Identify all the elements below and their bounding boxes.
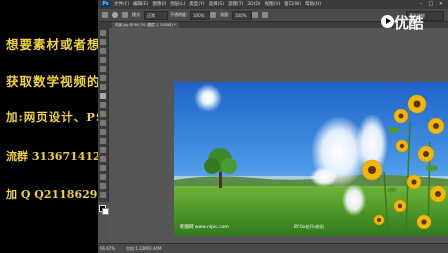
pressure-opacity-icon[interactable] [210,12,216,18]
menu-layer[interactable]: 图层(L) [170,1,185,8]
marquee-tool-icon[interactable] [100,39,106,45]
promo-line-1: 想要素材或者想 [6,37,101,52]
type-tool-icon[interactable] [100,165,106,171]
minimize-icon[interactable]: – [418,1,424,7]
youku-watermark: 优酷 [394,14,424,32]
history-brush-tool-icon[interactable] [100,111,106,117]
opacity-field[interactable]: 100% [190,11,210,20]
hand-tool-icon[interactable] [100,192,106,198]
zoom-level[interactable]: 66.67% [100,245,115,252]
shape-tool-icon[interactable] [100,183,106,189]
canvas-area[interactable]: 昵图网 www.nipic.com BY:Oo花开o依旧 [109,28,448,242]
tools-panel [98,22,109,215]
brush-preset-icon[interactable] [112,12,118,18]
menu-3d[interactable]: 3D(D) [247,1,260,8]
menu-window[interactable]: 窗口(W) [284,1,301,8]
gradient-tool-icon[interactable] [100,129,106,135]
menu-edit[interactable]: 编辑(E) [133,1,148,8]
menu-image[interactable]: 图像(I) [152,1,166,8]
mode-label: 模式: [132,12,142,17]
menu-filter[interactable]: 滤镜(T) [228,1,243,8]
eraser-tool-icon[interactable] [100,120,106,126]
document-canvas[interactable]: 昵图网 www.nipic.com BY:Oo花开o依旧 [174,82,448,236]
menu-help[interactable]: 帮助(H) [305,1,321,8]
menu-view[interactable]: 视图(V) [265,1,281,8]
crop-tool-icon[interactable] [100,66,106,72]
flow-label: 流量: [220,12,230,17]
clone-stamp-tool-icon[interactable] [100,102,106,108]
menu-type[interactable]: 类型(Y) [189,1,204,8]
promo-text-overlay: 想要素材或者想 获取数学视频的请 加:网页设计、PS交 流群 313671412… [0,0,127,252]
photoshop-window: Ps 文件(F) 编辑(E) 图像(I) 图层(L) 类型(Y) 选择(S) 滤… [98,0,448,253]
play-circle-icon [381,15,394,28]
brush-panel-icon[interactable] [122,12,128,18]
brush-tool-icon-panel[interactable] [100,93,106,99]
menu-bar: Ps 文件(F) 编辑(E) 图像(I) 图层(L) 类型(Y) 选择(S) 滤… [98,0,448,9]
document-size: 文档:1.22M/2.44M [126,246,162,251]
quick-select-tool-icon[interactable] [100,57,106,63]
menu-items: 文件(F) 编辑(E) 图像(I) 图层(L) 类型(Y) 选择(S) 滤镜(T… [114,1,321,8]
lasso-tool-icon[interactable] [100,48,106,54]
landscape-photo: 昵图网 www.nipic.com BY:Oo花开o依旧 [174,82,448,236]
dodge-tool-icon[interactable] [100,147,106,153]
path-select-tool-icon[interactable] [100,174,106,180]
pressure-size-icon[interactable] [262,12,268,18]
brush-tool-icon[interactable] [102,12,108,18]
airbrush-icon[interactable] [252,12,258,18]
menu-file[interactable]: 文件(F) [114,1,129,8]
eyedropper-tool-icon[interactable] [100,75,106,81]
mode-select[interactable]: 正常 [144,11,168,20]
move-tool-icon[interactable] [100,30,106,36]
window-controls: – □ × [418,1,444,7]
photo-website-text: 昵图网 www.nipic.com [180,224,229,230]
blur-tool-icon[interactable] [100,138,106,144]
background-color-swatch[interactable] [102,208,109,215]
opacity-label: 不透明度: [170,12,188,17]
photo-id-text: BY:Oo花开o依旧 [294,223,324,229]
healing-tool-icon[interactable] [100,84,106,90]
pen-tool-icon[interactable] [100,156,106,162]
menu-select[interactable]: 选择(S) [209,1,224,8]
maximize-icon[interactable]: □ [428,1,434,7]
close-icon[interactable]: × [438,1,444,7]
flow-field[interactable]: 100% [232,11,252,20]
ps-logo: Ps [101,1,110,8]
